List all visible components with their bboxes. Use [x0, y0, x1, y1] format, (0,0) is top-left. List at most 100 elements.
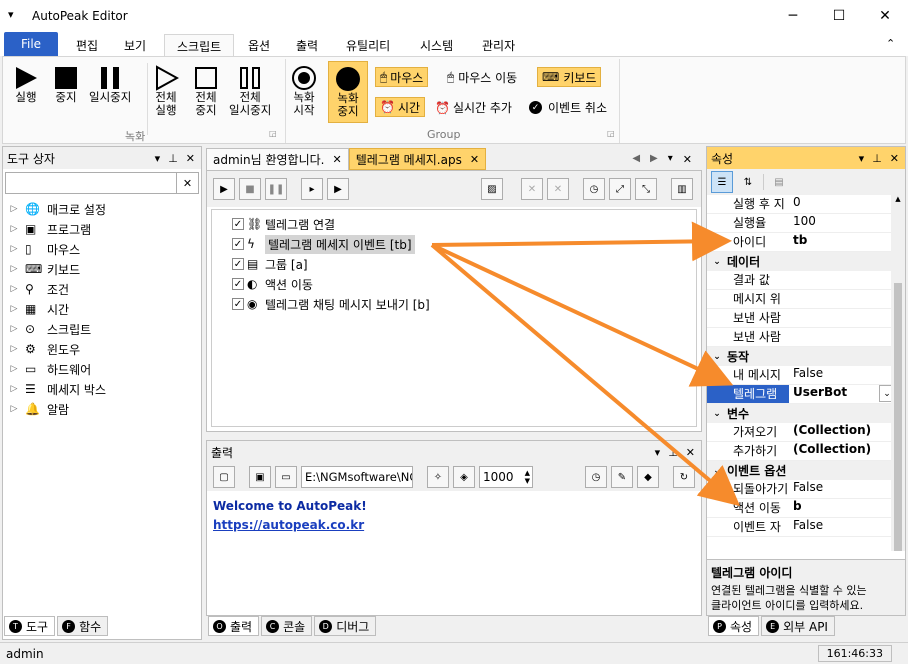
maximize-icon[interactable]: ☐	[816, 0, 862, 32]
scrollbar-thumb[interactable]	[894, 283, 902, 551]
eraser-icon[interactable]: ◈	[453, 466, 475, 488]
prop-row[interactable]: 보낸 사람	[707, 328, 905, 347]
full-stop-button[interactable]: 전체 중지	[193, 65, 219, 117]
tab-external-api[interactable]: E 외부 API	[761, 616, 835, 636]
collapse-icon[interactable]: ⤡	[635, 178, 657, 200]
doc-tab-welcome[interactable]: admin님 환영합니다. ✕	[206, 148, 349, 170]
minimize-icon[interactable]: ─	[770, 0, 816, 32]
close-icon[interactable]: ✕	[686, 446, 695, 459]
clean-icon[interactable]: ✧	[427, 466, 449, 488]
tree-item-program[interactable]: ▷ ▣ 프로그램	[3, 219, 201, 239]
tree-item-messagebox[interactable]: ▷ ☰ 메세지 박스	[3, 379, 201, 399]
file-tab[interactable]: File	[4, 32, 58, 56]
property-pages-icon[interactable]: ▤	[768, 171, 790, 193]
full-run-button[interactable]: 전체 실행	[153, 65, 179, 117]
close-icon[interactable]: ✕	[862, 0, 908, 32]
record-stop-button[interactable]: 녹화 중지	[328, 61, 368, 123]
tab-system[interactable]: 시스템	[408, 34, 465, 56]
tree-item-mouse[interactable]: ▷ ▯ 마우스	[3, 239, 201, 259]
prop-row[interactable]: 보낸 사람	[707, 309, 905, 328]
pin-icon[interactable]: ⊥	[668, 446, 678, 459]
stop-button[interactable]: 중지	[53, 65, 79, 104]
script-item[interactable]: ✓ ⛓ 텔레그램 연결	[232, 214, 696, 234]
prop-row-id[interactable]: 아이디 tb	[707, 233, 905, 252]
prop-row[interactable]: 실행 후 지0	[707, 195, 905, 214]
sort-alpha-icon[interactable]: ⇅	[737, 171, 759, 193]
checkbox[interactable]: ✓	[232, 278, 244, 290]
clear-search-icon[interactable]: ✕	[177, 172, 199, 194]
tab-list-icon[interactable]: ▾	[668, 153, 673, 166]
paint-bucket-icon[interactable]: ◆	[637, 466, 659, 488]
delete-all-icon[interactable]: ✕	[547, 178, 569, 200]
run-button[interactable]: 실행	[13, 65, 39, 104]
script-item[interactable]: ✓ ▤ 그룹 [a]	[232, 254, 696, 274]
play-button[interactable]: ▶	[213, 178, 235, 200]
category-data[interactable]: ⌄ 데이터	[707, 252, 905, 271]
folder-icon[interactable]: ▭	[275, 466, 297, 488]
tab-admin[interactable]: 관리자	[470, 34, 527, 56]
tab-console[interactable]: C 콘솔	[261, 616, 313, 636]
run-frame-icon[interactable]: ▶	[327, 178, 349, 200]
property-scrollbar[interactable]: ▲	[891, 195, 905, 551]
expand-icon[interactable]: ⤢	[609, 178, 631, 200]
tree-item-alarm[interactable]: ▷ 🔔 알람	[3, 399, 201, 419]
pause-button[interactable]: 일시중지	[89, 65, 131, 104]
tree-item-condition[interactable]: ▷ ⚲ 조건	[3, 279, 201, 299]
clock-icon[interactable]: ◷	[583, 178, 605, 200]
tree-item-macro[interactable]: ▷ 🌐 매크로 설정	[3, 199, 201, 219]
close-icon[interactable]: ✕	[683, 153, 692, 166]
pin-icon[interactable]: ⊥	[168, 152, 178, 165]
refresh-icon[interactable]: ↻	[673, 466, 695, 488]
category-event-options[interactable]: ⌄ 이벤트 옵션	[707, 461, 905, 480]
clock-icon[interactable]: ◷	[585, 466, 607, 488]
checkbox[interactable]: ✓	[232, 258, 244, 270]
dropdown-icon[interactable]: ▾	[655, 446, 661, 459]
time-record-button[interactable]: ⏰ 시간	[375, 97, 426, 117]
prop-row-action[interactable]: 액션 이동 b	[707, 499, 905, 518]
scroll-left-icon[interactable]: ◀	[632, 153, 640, 166]
prop-row[interactable]: 가져오기 (Collection)	[707, 423, 905, 442]
tab-view[interactable]: 보기	[112, 34, 158, 56]
brush-icon[interactable]: ✎	[611, 466, 633, 488]
category-variables[interactable]: ⌄ 변수	[707, 404, 905, 423]
script-item[interactable]: ✓ ϟ 텔레그램 메세지 이벤트 [tb]	[232, 234, 696, 254]
close-icon[interactable]: ✕	[186, 152, 195, 165]
checkbox[interactable]: ✓	[232, 218, 244, 230]
tab-output-log[interactable]: O 출력	[208, 616, 260, 636]
group2-launcher-icon[interactable]: ◲	[607, 129, 615, 138]
delete-icon[interactable]: ✕	[521, 178, 543, 200]
prop-row[interactable]: 실행율 100	[707, 214, 905, 233]
system-menu-icon[interactable]: ▾	[8, 8, 14, 21]
step-icon[interactable]: ▸	[301, 178, 323, 200]
tab-debug[interactable]: D 디버그	[314, 616, 377, 636]
tab-output[interactable]: 출력	[284, 34, 330, 56]
dropdown-icon[interactable]: ▾	[859, 152, 865, 165]
trash-icon[interactable]: ▥	[671, 178, 693, 200]
group-launcher-icon[interactable]: ◲	[269, 129, 277, 138]
pause-button-small[interactable]: ❚❚	[265, 178, 287, 200]
stop-button-small[interactable]: ■	[239, 178, 261, 200]
event-cancel-button[interactable]: ✓ 이벤트 취소	[529, 99, 607, 116]
prop-row[interactable]: 결과 값	[707, 271, 905, 290]
category-action[interactable]: ⌄ 동작	[707, 347, 905, 366]
keyboard-record-button[interactable]: ⌨ 키보드	[537, 67, 602, 87]
close-icon[interactable]: ✕	[332, 153, 341, 166]
new-file-icon[interactable]: ▢	[213, 466, 235, 488]
tab-utility[interactable]: 유틸리티	[334, 34, 402, 56]
tab-options[interactable]: 옵션	[236, 34, 282, 56]
tree-item-keyboard[interactable]: ▷ ⌨ 키보드	[3, 259, 201, 279]
output-path-input[interactable]: E:\NGMsoftware\NG	[301, 466, 413, 488]
tab-properties[interactable]: P 속성	[708, 616, 760, 636]
mouse-record-button[interactable]: 🖱 마우스	[375, 67, 429, 87]
collapse-ribbon-icon[interactable]: ⌃	[886, 37, 895, 50]
close-icon[interactable]: ✕	[470, 153, 479, 166]
save-icon[interactable]: ▣	[249, 466, 271, 488]
prop-row[interactable]: 추가하기 (Collection)	[707, 442, 905, 461]
checkbox[interactable]: ✓	[232, 298, 244, 310]
script-item[interactable]: ✓ ◐ 액션 이동	[232, 274, 696, 294]
pin-icon[interactable]: ⊥	[872, 152, 882, 165]
doc-tab-telegram[interactable]: 텔레그램 메세지.aps ✕	[348, 148, 487, 170]
record-start-button[interactable]: 녹화 시작	[291, 65, 317, 117]
tab-script[interactable]: 스크립트	[164, 34, 235, 58]
tab-functions[interactable]: F 함수	[57, 616, 109, 636]
